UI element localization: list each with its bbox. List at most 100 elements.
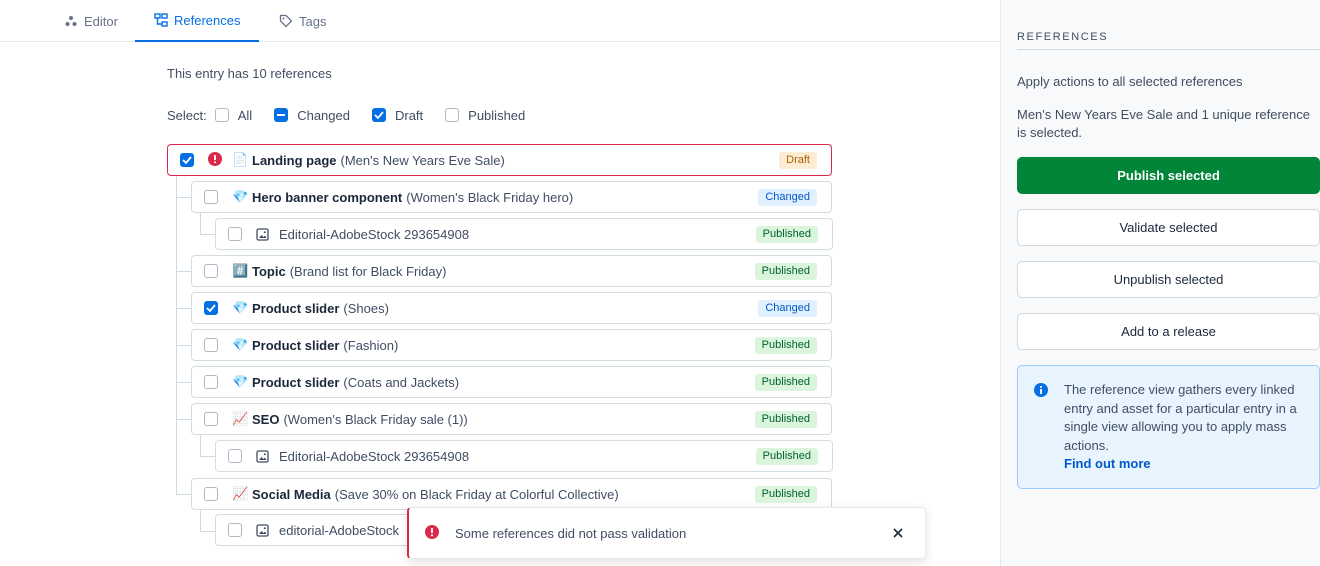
tab-editor[interactable]: Editor (64, 0, 118, 42)
sidebar-heading: REFERENCES (1017, 31, 1320, 50)
status-badge: Changed (758, 300, 817, 317)
reference-subtitle: (Men's New Years Eve Sale) (340, 152, 505, 168)
validation-error-toast: Some references did not pass validation (407, 507, 926, 559)
error-icon (208, 151, 222, 169)
tree-line (200, 213, 201, 234)
tree-line (176, 271, 191, 272)
reference-row[interactable]: 📈 SEO (Women's Black Friday sale (1)) Pu… (191, 403, 832, 435)
reference-row[interactable]: 💎 Product slider (Shoes) Changed (191, 292, 832, 324)
reference-row[interactable]: 📄 Landing page (Men's New Years Eve Sale… (167, 144, 832, 176)
tree-line (176, 382, 191, 383)
tree-line (200, 435, 201, 456)
references-sidebar: REFERENCES Apply actions to all selected… (1000, 0, 1320, 566)
publish-selected-button[interactable]: Publish selected (1017, 157, 1320, 194)
tree-line (200, 456, 215, 457)
chart-icon: 📈 (232, 411, 249, 426)
select-all-checkbox[interactable] (214, 108, 229, 122)
select-changed-option[interactable]: Changed (274, 108, 350, 123)
close-icon[interactable] (887, 522, 909, 544)
tree-line (176, 197, 191, 198)
gem-icon: 💎 (232, 337, 249, 352)
add-to-release-button[interactable]: Add to a release (1017, 313, 1320, 350)
reference-subtitle: (Shoes) (343, 300, 389, 316)
row-checkbox[interactable] (204, 264, 218, 278)
select-changed-checkbox[interactable] (274, 108, 289, 122)
tree-line (200, 531, 215, 532)
find-out-more-link[interactable]: Find out more (1064, 455, 1305, 474)
tree-line (176, 345, 191, 346)
tab-references[interactable]: References (135, 0, 259, 42)
selection-summary: Men's New Years Eve Sale and 1 unique re… (1017, 107, 1311, 140)
select-published-checkbox[interactable] (445, 108, 460, 122)
reference-title: Topic (252, 263, 286, 279)
tree-line (176, 308, 191, 309)
row-checkbox[interactable] (204, 338, 218, 352)
editor-icon (64, 14, 78, 28)
row-checkbox[interactable] (204, 301, 218, 315)
reference-row[interactable]: 💎 Product slider (Coats and Jackets) Pub… (191, 366, 832, 398)
option-label: Changed (297, 107, 350, 123)
status-badge: Published (754, 411, 817, 428)
status-badge: Draft (779, 152, 817, 169)
tree-line (176, 419, 191, 420)
row-checkbox[interactable] (228, 523, 242, 537)
tree-line (176, 176, 177, 494)
reference-subtitle: (Women's Black Friday hero) (406, 189, 574, 205)
status-badge: Published (755, 448, 818, 465)
tab-label: Tags (299, 13, 327, 29)
image-icon (256, 449, 269, 463)
reference-subtitle: (Fashion) (343, 337, 399, 353)
status-badge: Published (754, 337, 817, 354)
row-checkbox[interactable] (204, 190, 218, 204)
status-badge: Published (754, 374, 817, 391)
reference-row[interactable]: 📈 Social Media (Save 30% on Black Friday… (191, 478, 832, 510)
select-all-option[interactable]: All (214, 107, 253, 123)
validate-selected-button[interactable]: Validate selected (1017, 209, 1320, 246)
image-icon (256, 523, 269, 537)
gem-icon: 💎 (232, 189, 249, 204)
reference-title: Social Media (252, 486, 331, 502)
status-badge: Published (754, 263, 817, 280)
reference-title: SEO (252, 411, 280, 427)
reference-row[interactable]: 💎 Hero banner component (Women's Black F… (191, 181, 832, 213)
reference-row[interactable]: Editorial-AdobeStock 293654908 Published (215, 218, 833, 250)
reference-row[interactable]: #️⃣ Topic (Brand list for Black Friday) … (191, 255, 832, 287)
image-icon (256, 227, 269, 241)
reference-title: Hero banner component (252, 189, 403, 205)
row-checkbox[interactable] (228, 227, 242, 241)
reference-title: Product slider (252, 300, 340, 316)
tag-icon (279, 14, 293, 28)
asset-name: Editorial-AdobeStock 293654908 (279, 226, 470, 242)
tab-bar: Editor References Tags (0, 0, 1000, 42)
note-text: The reference view gathers every linked … (1064, 382, 1297, 453)
option-label: Published (468, 107, 526, 123)
unpublish-selected-button[interactable]: Unpublish selected (1017, 261, 1320, 298)
reference-row[interactable]: 💎 Product slider (Fashion) Published (191, 329, 832, 361)
references-icon (154, 13, 168, 27)
select-label: Select: (167, 107, 207, 123)
reference-title: Product slider (252, 337, 340, 353)
tab-label: References (174, 12, 241, 28)
row-checkbox[interactable] (204, 487, 218, 501)
tab-tags[interactable]: Tags (279, 0, 326, 42)
reference-row[interactable]: Editorial-AdobeStock 293654908 Published (215, 440, 833, 472)
tab-label: Editor (84, 13, 118, 29)
select-published-option[interactable]: Published (445, 108, 525, 123)
apply-actions-text: Apply actions to all selected references (1017, 74, 1243, 89)
select-filter-row: Select: All Changed Draft Published (167, 106, 547, 124)
chart-icon: 📈 (232, 486, 249, 501)
reference-subtitle: (Coats and Jackets) (343, 374, 460, 390)
row-checkbox[interactable] (204, 375, 218, 389)
reference-subtitle: (Save 30% on Black Friday at Colorful Co… (334, 486, 619, 502)
row-checkbox[interactable] (204, 412, 218, 426)
error-icon (425, 524, 439, 542)
option-label: All (237, 107, 253, 123)
row-checkbox[interactable] (180, 153, 194, 167)
select-draft-checkbox[interactable] (371, 108, 386, 122)
toast-message: Some references did not pass validation (455, 525, 687, 541)
select-draft-option[interactable]: Draft (371, 108, 423, 123)
status-badge: Published (755, 226, 818, 243)
tree-line (200, 234, 215, 235)
status-badge: Published (754, 486, 817, 503)
row-checkbox[interactable] (228, 449, 242, 463)
